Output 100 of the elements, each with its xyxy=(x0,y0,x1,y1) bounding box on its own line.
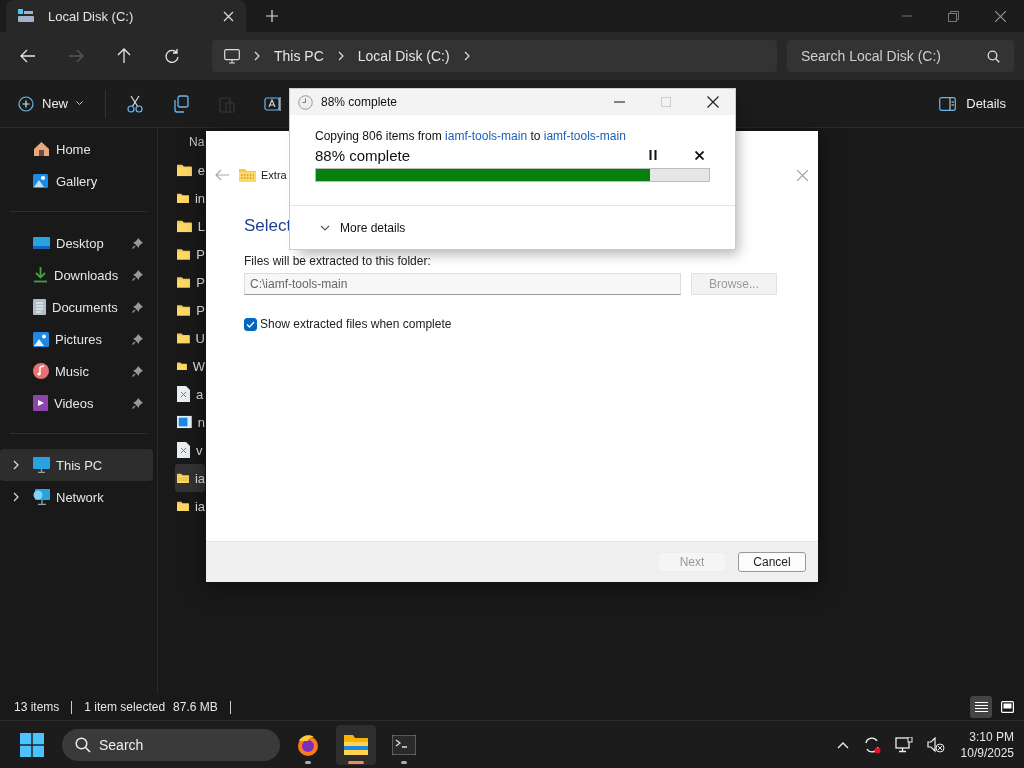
status-text: 1 item selected xyxy=(84,700,166,714)
zip-folder-icon xyxy=(239,168,256,182)
search-icon xyxy=(75,736,91,753)
folder-icon xyxy=(177,191,189,205)
muted-speaker-icon[interactable] xyxy=(926,736,945,753)
pin-icon[interactable] xyxy=(132,397,143,409)
zip-folder-icon xyxy=(177,471,189,485)
pin-icon[interactable] xyxy=(132,333,143,345)
destination-link[interactable]: iamf-tools-main xyxy=(543,129,626,143)
file-row[interactable]: ia xyxy=(175,492,205,520)
file-row[interactable]: P xyxy=(175,268,205,296)
file-icon xyxy=(177,442,190,458)
close-icon[interactable] xyxy=(707,96,719,108)
file-row[interactable]: e xyxy=(175,156,205,184)
sidebar-item[interactable]: This PC xyxy=(0,449,153,481)
search-field[interactable]: Search Local Disk (C:) xyxy=(786,40,1014,72)
file-row[interactable]: v xyxy=(175,436,205,464)
chevron-icon[interactable] xyxy=(12,492,20,502)
path-field[interactable]: C:\iamf-tools-main xyxy=(244,273,681,295)
chevron-icon[interactable] xyxy=(337,51,344,61)
sync-icon[interactable] xyxy=(862,735,881,754)
folder-tab[interactable]: Local Disk (C:) xyxy=(6,0,246,32)
sidebar-item[interactable]: Pictures xyxy=(0,323,153,355)
drive-icon xyxy=(18,9,34,23)
folder-icon xyxy=(177,163,192,177)
image-file-icon xyxy=(177,415,192,429)
music-icon xyxy=(33,363,49,379)
chevron-up-icon[interactable] xyxy=(836,740,849,749)
status-text: 87.6 MB xyxy=(173,700,218,714)
copy-icon[interactable] xyxy=(172,94,190,113)
file-row[interactable]: P xyxy=(175,296,205,324)
restore-icon[interactable] xyxy=(948,10,959,22)
file-icon xyxy=(177,386,190,402)
pin-icon[interactable] xyxy=(132,365,143,377)
rename-icon[interactable] xyxy=(264,94,282,113)
folder-icon xyxy=(177,331,190,345)
monitor-icon xyxy=(33,457,50,473)
details-button[interactable]: Details xyxy=(935,92,1010,115)
clock-date[interactable]: 10/9/2025 xyxy=(960,744,1014,761)
field-label: Files will be extracted to this folder: xyxy=(244,254,432,268)
network-icon[interactable] xyxy=(894,736,913,753)
cancel-button[interactable]: Cancel xyxy=(738,552,806,572)
more-details-toggle[interactable]: More details xyxy=(318,218,408,237)
file-row[interactable]: U xyxy=(175,324,205,352)
sidebar-item[interactable]: Music xyxy=(0,355,153,387)
up-arrow-icon[interactable] xyxy=(116,48,132,64)
window-title: 88% complete xyxy=(321,95,398,109)
pin-icon[interactable] xyxy=(132,269,143,281)
sidebar-item[interactable]: Videos xyxy=(0,387,153,419)
dialog-title: Extra xyxy=(261,169,287,181)
file-row[interactable]: L xyxy=(175,212,205,240)
file-row[interactable]: in xyxy=(175,184,205,212)
pin-icon[interactable] xyxy=(132,237,143,249)
source-link[interactable]: iamf-tools-main xyxy=(445,129,528,143)
chevron-icon[interactable] xyxy=(12,460,20,470)
file-row[interactable]: n xyxy=(175,408,205,436)
folder-taskbar-icon[interactable] xyxy=(336,724,376,765)
folder-icon xyxy=(177,219,192,233)
file-row[interactable]: P xyxy=(175,240,205,268)
clock-time[interactable]: 3:10 PM xyxy=(969,728,1014,745)
sidebar-item[interactable]: Documents xyxy=(0,291,153,323)
new-tab-icon[interactable] xyxy=(266,10,278,22)
copy-description: Copying 806 items from iamf-tools-main to iamf-tools-main xyxy=(315,129,627,143)
dialog-heading: Select xyxy=(244,216,292,237)
cancel-icon[interactable] xyxy=(695,150,704,160)
progress-status: 88% complete xyxy=(315,146,411,164)
file-row[interactable]: W xyxy=(175,352,205,380)
chevron-icon[interactable] xyxy=(463,51,470,61)
checkbox-label[interactable]: Show extracted files when complete xyxy=(260,317,452,331)
folder-icon xyxy=(177,275,191,289)
address-bar[interactable]: This PC Local Disk (C:) xyxy=(212,40,777,72)
breadcrumb-item[interactable]: This PC xyxy=(274,48,324,64)
sidebar-item[interactable]: Desktop xyxy=(0,227,153,259)
details-pane-icon xyxy=(939,96,957,111)
clock-icon xyxy=(298,94,313,110)
folder-icon xyxy=(177,247,191,261)
pin-icon[interactable] xyxy=(132,301,143,313)
checkbox[interactable] xyxy=(244,317,257,331)
desktop-icon xyxy=(33,236,50,250)
sidebar-item[interactable]: Home xyxy=(0,133,153,165)
document-icon xyxy=(33,299,46,315)
status-text: 13 items xyxy=(14,700,60,714)
sidebar-item[interactable]: Downloads xyxy=(0,259,153,291)
close-icon[interactable] xyxy=(995,10,1006,22)
plus-circle-icon xyxy=(18,95,34,112)
file-row[interactable]: a xyxy=(175,380,205,408)
taskbar-search-field[interactable]: Search xyxy=(62,728,280,761)
new-button[interactable]: New xyxy=(16,91,85,116)
sidebar-item[interactable]: Network xyxy=(0,481,153,513)
start-icon[interactable] xyxy=(20,732,44,757)
file-row[interactable]: ia xyxy=(175,464,205,492)
sidebar-item[interactable]: Gallery xyxy=(0,165,153,197)
refresh-icon[interactable] xyxy=(164,48,180,64)
cut-icon[interactable] xyxy=(126,94,144,113)
details-view-button[interactable] xyxy=(970,696,992,718)
chevron-icon[interactable] xyxy=(254,51,260,61)
pause-icon[interactable] xyxy=(649,150,657,160)
download-icon xyxy=(33,267,48,283)
breadcrumb-item[interactable]: Local Disk (C:) xyxy=(357,48,450,64)
film-icon xyxy=(33,395,48,411)
